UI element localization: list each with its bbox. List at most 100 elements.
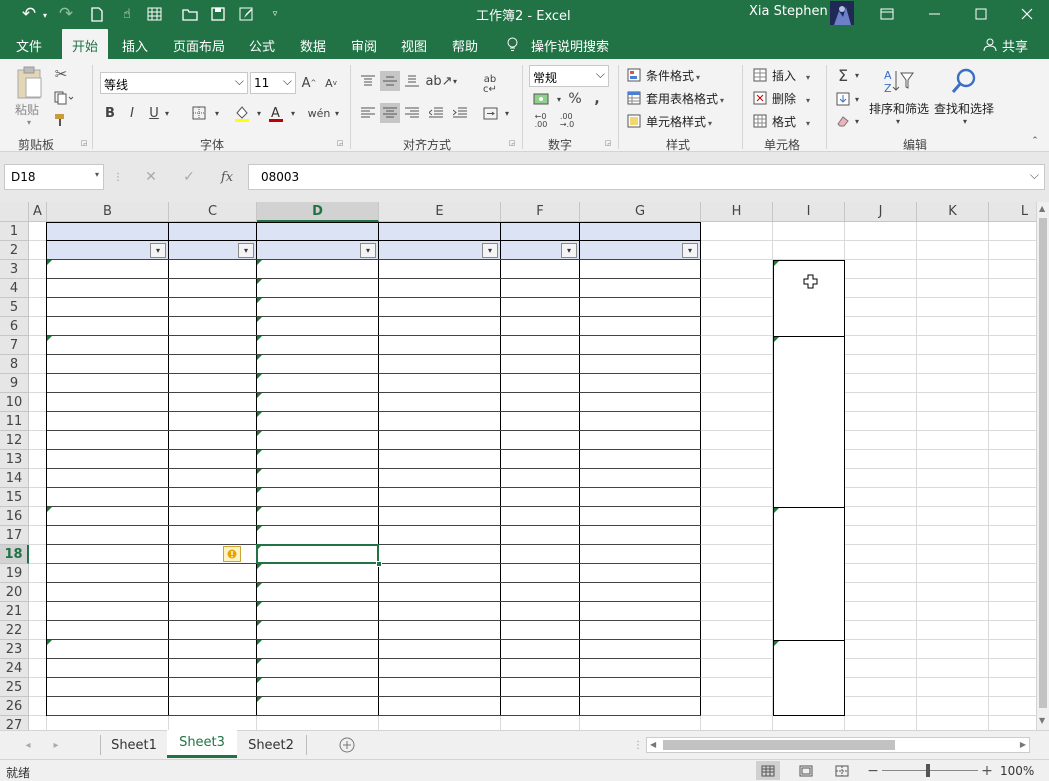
customize-qat-icon[interactable]: ▿: [268, 4, 282, 24]
italic-icon[interactable]: I: [124, 103, 140, 123]
user-name[interactable]: Xia Stephen: [749, 4, 828, 19]
row-header-24[interactable]: 24: [0, 659, 29, 678]
decrease-font-icon[interactable]: Av: [322, 73, 340, 93]
align-middle-icon[interactable]: [380, 71, 400, 91]
row-header-9[interactable]: 9: [0, 374, 29, 393]
tab-review[interactable]: 审阅: [351, 36, 377, 55]
row-header-2[interactable]: 2: [0, 241, 29, 260]
tab-home[interactable]: 开始: [62, 29, 108, 59]
autosum-dropdown-icon[interactable]: ▾: [852, 68, 862, 82]
increase-indent-icon[interactable]: [450, 103, 470, 123]
page-layout-view-icon[interactable]: [794, 761, 818, 780]
phonetic-dropdown-icon[interactable]: ▾: [332, 106, 342, 120]
warning-icon[interactable]: [223, 546, 241, 562]
tab-file[interactable]: 文件: [16, 36, 42, 55]
find-select-icon[interactable]: [948, 65, 980, 97]
tab-insert[interactable]: 插入: [122, 36, 148, 55]
font-launcher-icon[interactable]: ◲: [336, 139, 344, 147]
border-icon[interactable]: [188, 103, 210, 123]
filter-button[interactable]: ▾: [360, 243, 376, 258]
minimize-icon[interactable]: [924, 4, 946, 24]
zoom-slider-track[interactable]: [882, 770, 978, 771]
scroll-down-icon[interactable]: ▼: [1039, 716, 1045, 725]
active-cell-d18[interactable]: [256, 544, 379, 564]
percent-icon[interactable]: %: [566, 89, 584, 109]
filter-button[interactable]: ▾: [682, 243, 698, 258]
cell-style-button[interactable]: 单元格样式 ▾: [646, 113, 712, 130]
row-header-25[interactable]: 25: [0, 678, 29, 697]
row-header-10[interactable]: 10: [0, 393, 29, 412]
fill-handle[interactable]: [376, 561, 382, 567]
number-launcher-icon[interactable]: ◲: [604, 139, 612, 147]
row-header-8[interactable]: 8: [0, 355, 29, 374]
column-header-h[interactable]: H: [701, 202, 773, 222]
column-header-k[interactable]: K: [917, 202, 989, 222]
fill-icon[interactable]: [834, 89, 852, 109]
sheet-tab-sheet2[interactable]: Sheet2: [238, 731, 304, 759]
collapse-ribbon-icon[interactable]: ⌃: [1028, 135, 1042, 147]
form-icon[interactable]: [144, 4, 164, 24]
align-center-icon[interactable]: [380, 103, 400, 123]
scroll-thumb[interactable]: [1039, 218, 1047, 708]
tab-formulas[interactable]: 公式: [249, 36, 275, 55]
filter-button[interactable]: ▾: [561, 243, 577, 258]
column-header-d[interactable]: D: [257, 202, 379, 222]
alignment-launcher-icon[interactable]: ◲: [508, 139, 516, 147]
row-header-6[interactable]: 6: [0, 317, 29, 336]
scroll-up-icon[interactable]: ▲: [1039, 204, 1045, 213]
merge-center-icon[interactable]: [480, 103, 500, 123]
column-header-i[interactable]: I: [773, 202, 845, 222]
autosum-icon[interactable]: Σ: [834, 65, 852, 85]
zoom-in-icon[interactable]: +: [980, 762, 994, 780]
border-dropdown-icon[interactable]: ▾: [212, 106, 222, 120]
paste-label[interactable]: 粘贴: [15, 101, 39, 118]
scroll-thumb[interactable]: [663, 740, 895, 750]
edit-icon[interactable]: [236, 4, 256, 24]
vertical-scrollbar[interactable]: ▲ ▼: [1036, 202, 1049, 730]
row-header-26[interactable]: 26: [0, 697, 29, 716]
row-header-19[interactable]: 19: [0, 564, 29, 583]
clear-dropdown-icon[interactable]: ▾: [852, 114, 862, 128]
row-header-7[interactable]: 7: [0, 336, 29, 355]
column-header-c[interactable]: C: [169, 202, 257, 222]
column-header-j[interactable]: J: [845, 202, 917, 222]
row-header-4[interactable]: 4: [0, 279, 29, 298]
underline-icon[interactable]: U: [146, 103, 162, 123]
column-header-b[interactable]: B: [47, 202, 169, 222]
row-header-23[interactable]: 23: [0, 640, 29, 659]
column-header-g[interactable]: G: [580, 202, 701, 222]
touch-mode-icon[interactable]: ☝: [116, 4, 138, 24]
ribbon-display-options-icon[interactable]: [876, 4, 898, 24]
wrap-text-icon[interactable]: ab c↵: [480, 71, 500, 99]
scroll-left-icon[interactable]: ◀: [650, 740, 656, 749]
orientation-icon[interactable]: ab↗: [425, 71, 452, 91]
row-header-20[interactable]: 20: [0, 583, 29, 602]
row-header-11[interactable]: 11: [0, 412, 29, 431]
undo-icon[interactable]: ↶: [18, 4, 40, 24]
avatar[interactable]: [830, 1, 854, 25]
open-folder-icon[interactable]: [180, 4, 200, 24]
font-size-select[interactable]: 11 ⌵: [250, 72, 296, 94]
row-header-18[interactable]: 18: [0, 545, 29, 564]
horizontal-scrollbar[interactable]: ◀ ▶: [646, 737, 1030, 753]
column-header-a[interactable]: A: [29, 202, 47, 222]
delete-cells-button[interactable]: 删除 ▾: [772, 90, 810, 107]
row-header-21[interactable]: 21: [0, 602, 29, 621]
orientation-dropdown-icon[interactable]: ▾: [450, 74, 460, 88]
underline-dropdown-icon[interactable]: ▾: [162, 106, 172, 120]
prev-sheet-icon[interactable]: ◂: [22, 737, 34, 753]
format-cells-button[interactable]: 格式 ▾: [772, 113, 810, 130]
tab-view[interactable]: 视图: [401, 36, 427, 55]
row-header-15[interactable]: 15: [0, 488, 29, 507]
redo-icon[interactable]: ↷: [55, 4, 77, 24]
font-name-select[interactable]: 等线 ⌵: [100, 72, 248, 94]
font-color-dropdown-icon[interactable]: ▾: [288, 106, 298, 120]
phonetic-guide-icon[interactable]: wén: [308, 103, 331, 123]
decrease-indent-icon[interactable]: [426, 103, 446, 123]
next-sheet-icon[interactable]: ▸: [50, 737, 62, 753]
formula-input[interactable]: 08003 ⌵: [248, 164, 1045, 190]
row-header-17[interactable]: 17: [0, 526, 29, 545]
share-button[interactable]: 共享: [1002, 36, 1028, 55]
fill-color-dropdown-icon[interactable]: ▾: [254, 106, 264, 120]
font-color-icon[interactable]: A: [266, 103, 286, 123]
